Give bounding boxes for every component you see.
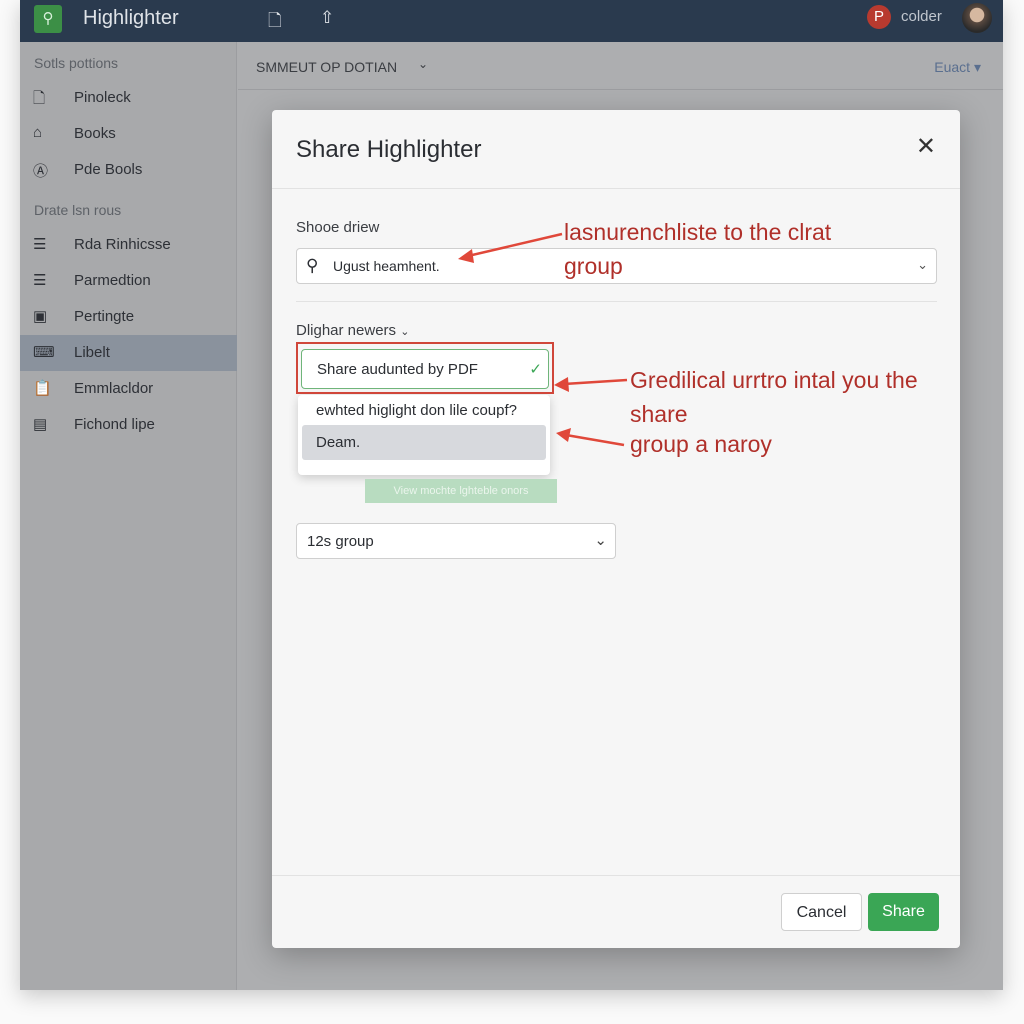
document-icon[interactable]: 🗋 [268, 8, 282, 37]
sidebar-item[interactable]: 📋 Emmlacldor [20, 371, 237, 407]
sidebar-item-selected[interactable]: ⌨ Libelt [20, 335, 237, 371]
image-icon: ▣ [33, 308, 48, 325]
top-bar: ⚲ Highlighter 🗋 ⇧ P colder [20, 0, 1003, 42]
cancel-button[interactable]: Cancel [781, 893, 862, 931]
list-icon: ☰ [33, 272, 47, 289]
app-title: Highlighter [83, 7, 179, 29]
arrow-head-1 [458, 249, 474, 263]
export-menu[interactable]: Euact ▾ [934, 59, 981, 76]
share-dialog: Share Highlighter ✕ Shooe driew ⚲ Ugust … [272, 110, 960, 948]
chevron-down-icon: ⌄ [594, 532, 607, 549]
arrow-2 [563, 378, 628, 386]
group-select[interactable]: 12s group ⌄ [296, 523, 616, 559]
sidebar-item[interactable]: 🗋 Pinoleck [20, 80, 237, 116]
annotation-text: Gredilical urrtro intal you the share [630, 367, 918, 427]
arrow-3 [565, 433, 625, 447]
arrow-head-2 [554, 377, 569, 392]
upload-icon[interactable]: ⇧ [320, 8, 334, 28]
badge-icon: Ⓐ [33, 163, 49, 180]
avatar[interactable] [962, 3, 992, 33]
cloud-icon: ⌂ [33, 124, 43, 141]
sidebar-section-title: Sotls pottions [34, 55, 119, 71]
share-button[interactable]: Share [868, 893, 939, 931]
clipboard-icon: 📋 [33, 380, 52, 397]
arrow-head-3 [556, 428, 571, 442]
sidebar-item[interactable]: ▤ Fichond lipe [20, 407, 237, 443]
app-logo-icon: ⚲ [34, 5, 62, 33]
main-header: SMMEUT OP DOTIAN ⌄ Euact ▾ [238, 42, 1003, 90]
list-icon: ☰ [33, 236, 47, 253]
annotation-text: lasnurenchliste to the clrat group [564, 219, 832, 279]
sidebar-item[interactable]: ▣ Pertingte [20, 299, 237, 335]
sidebar-item[interactable]: ⌂ Books [20, 116, 237, 152]
document-icon: 🗋 [33, 90, 46, 107]
keyboard-icon: ⌨ [33, 344, 55, 361]
sidebar-item[interactable]: ☰ Parmedtion [20, 263, 237, 299]
chevron-down-icon[interactable]: ⌄ [418, 57, 428, 71]
sidebar-section-title: Drate lsn rous [34, 202, 122, 218]
sidebar-item[interactable]: Ⓐ Pde Bools [20, 152, 237, 188]
user-name[interactable]: colder [901, 8, 942, 25]
divider [272, 875, 960, 876]
breadcrumb[interactable]: SMMEUT OP DOTIAN [256, 59, 397, 75]
profile-badge[interactable]: P [867, 5, 891, 29]
annotation-text: group a naroy [630, 431, 772, 457]
annotation-arrows [458, 232, 628, 447]
arrow-1 [467, 232, 563, 258]
file-icon: ▤ [33, 416, 48, 433]
sidebar: Sotls pottions 🗋 Pinoleck ⌂ Books Ⓐ Pde Boo… [20, 42, 237, 990]
sidebar-item[interactable]: ☰ Rda Rinhicsse [20, 227, 237, 263]
